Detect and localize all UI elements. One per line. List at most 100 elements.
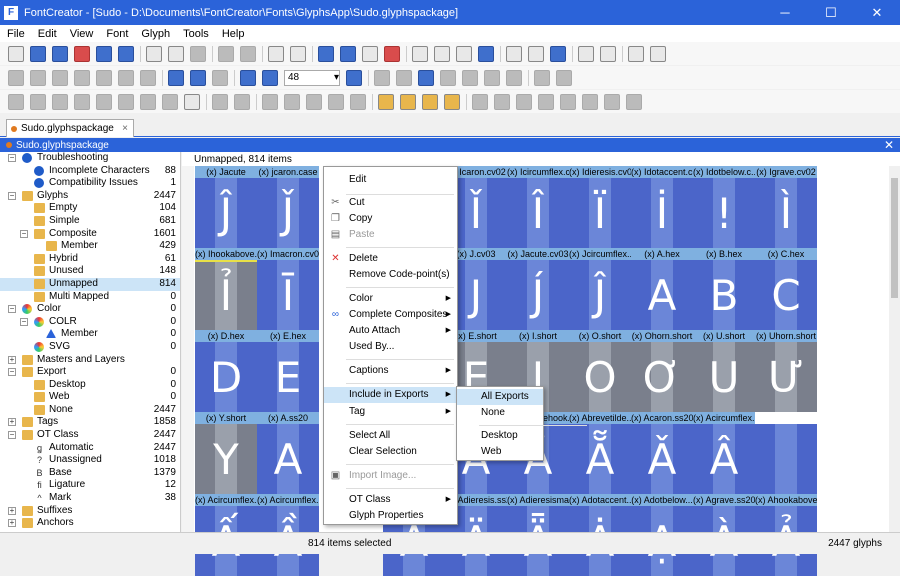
tree-item-svg[interactable]: SVG 0	[0, 341, 180, 354]
glyph-cell[interactable]: (x) Y.short Y	[195, 412, 257, 494]
menu-item-copy[interactable]: ❐ Copy	[324, 211, 457, 227]
minimize-button[interactable]: ─	[762, 0, 808, 25]
menu-tools[interactable]: Tools	[183, 28, 209, 40]
close-tab-icon[interactable]: ×	[122, 123, 128, 134]
tree-item-anchors[interactable]: + Anchors	[0, 517, 180, 530]
knife-icon[interactable]	[440, 69, 456, 86]
expand-icon[interactable]: +	[8, 506, 16, 515]
abc-icon[interactable]	[506, 45, 522, 62]
tree-item-troubleshooting[interactable]: − Troubleshooting	[0, 152, 180, 165]
abc-check-icon[interactable]	[528, 45, 544, 62]
save-as-icon[interactable]	[96, 45, 112, 62]
collapse-icon[interactable]: −	[8, 368, 16, 377]
menu-item-remove-code-point-s[interactable]: Remove Code-point(s)	[324, 267, 457, 283]
subtract-icon[interactable]	[400, 93, 416, 110]
glyph-cell[interactable]: (x) Ohorn.short Ơ	[631, 330, 693, 412]
save-icon[interactable]	[74, 45, 90, 62]
contour-icon[interactable]	[234, 93, 250, 110]
tree-item-mark[interactable]: ^ Mark 38	[0, 492, 180, 505]
glyph-cell[interactable]: (x) Jacute.cv03 J́	[507, 248, 569, 330]
menu-item-used-by[interactable]: Used By...	[324, 339, 457, 355]
grid-6-icon[interactable]	[582, 93, 598, 110]
menu-item-edit[interactable]: Edit	[324, 172, 457, 188]
expand-icon[interactable]: +	[8, 418, 16, 427]
text-icon[interactable]	[74, 69, 90, 86]
tree-item-none[interactable]: None 2447	[0, 404, 180, 417]
glyph-cell[interactable]: (x) O.short O	[569, 330, 631, 412]
glyph-cell[interactable]: (x) B.hex B	[693, 248, 755, 330]
menu-item-glyph-properties[interactable]: Glyph Properties	[324, 508, 457, 524]
glyph-g-icon[interactable]	[184, 93, 200, 110]
glyph-cell[interactable]: (x) A.ss20 A	[257, 412, 319, 494]
glyph-cell[interactable]: (x) D.hex D	[195, 330, 257, 412]
mirror-icon[interactable]	[284, 93, 300, 110]
glyph-cell[interactable]: (x) C.hex C	[755, 248, 817, 330]
close-project-icon[interactable]: ✕	[884, 138, 894, 152]
grid-7-icon[interactable]	[604, 93, 620, 110]
collapse-icon[interactable]: −	[20, 229, 28, 238]
menu-item-include-in-exports[interactable]: Include in Exports ▶	[324, 387, 457, 403]
menu-item-complete-composites[interactable]: ∞ Complete Composites ▶	[324, 307, 457, 323]
glyph-cell[interactable]: (x) jcaron.case J̌	[257, 166, 319, 248]
ruler-icon[interactable]	[96, 69, 112, 86]
menu-item-delete[interactable]: ✕ Delete	[324, 251, 457, 267]
grid-4-icon[interactable]	[538, 93, 554, 110]
document-tab[interactable]: Sudo.glyphspackage ×	[6, 119, 134, 137]
add-character-icon[interactable]	[290, 45, 306, 62]
tree-item-web[interactable]: Web 0	[0, 391, 180, 404]
zoom-in-icon[interactable]	[240, 69, 256, 86]
test-icon[interactable]	[456, 45, 472, 62]
eraser-icon[interactable]	[384, 45, 400, 62]
check-icon[interactable]	[478, 45, 494, 62]
zoom-out-icon[interactable]	[262, 69, 278, 86]
tree-item-compatibility-issues[interactable]: Compatibility Issues 1	[0, 177, 180, 190]
formula-icon[interactable]	[362, 45, 378, 62]
tree-item-incomplete-characters[interactable]: Incomplete Characters 88	[0, 165, 180, 178]
node-icon[interactable]	[396, 69, 412, 86]
maximize-button[interactable]: ☐	[808, 0, 854, 25]
add-glyph-icon[interactable]	[268, 45, 284, 62]
fit-icon[interactable]	[346, 69, 362, 86]
rotate-icon[interactable]	[306, 93, 322, 110]
vertical-scrollbar[interactable]	[889, 166, 900, 532]
grid-8-icon[interactable]	[626, 93, 642, 110]
link-icon[interactable]	[318, 45, 334, 62]
align-middle-icon[interactable]	[118, 93, 134, 110]
collapse-icon[interactable]: −	[20, 317, 28, 326]
copy-icon[interactable]	[168, 45, 184, 62]
menu-item-desktop[interactable]: Desktop	[457, 428, 543, 444]
bucket-icon[interactable]	[140, 69, 156, 86]
ellipse-icon[interactable]	[506, 69, 522, 86]
menu-font[interactable]: Font	[106, 28, 128, 40]
tree-item-color[interactable]: − Color 0	[0, 303, 180, 316]
menu-item-auto-attach[interactable]: Auto Attach ▶	[324, 323, 457, 339]
glyph-cell[interactable]: (x) Ihookabove... Ỉ	[195, 248, 257, 330]
export-icon[interactable]	[650, 45, 666, 62]
glyph-cell[interactable]: (x) Idieresis.cv02 Ï	[569, 166, 631, 248]
menu-item-select-all[interactable]: Select All	[324, 428, 457, 444]
tree-item-suffixes[interactable]: + Suffixes	[0, 505, 180, 518]
align-icon[interactable]	[8, 93, 24, 110]
menu-help[interactable]: Help	[222, 28, 245, 40]
flip-icon[interactable]	[262, 93, 278, 110]
transform-icon[interactable]	[212, 69, 228, 86]
align-bottom-icon[interactable]	[140, 93, 156, 110]
forward-icon[interactable]	[556, 69, 572, 86]
menu-item-captions[interactable]: Captions ▶	[324, 363, 457, 379]
tree-item-desktop[interactable]: Desktop 0	[0, 379, 180, 392]
tree-item-hybrid[interactable]: Hybrid 61	[0, 253, 180, 266]
align-center-icon[interactable]	[52, 93, 68, 110]
grid-1-icon[interactable]	[472, 93, 488, 110]
glyph-cell[interactable]: (x) U.short U	[693, 330, 755, 412]
paste-icon[interactable]	[190, 45, 206, 62]
scrollbar-thumb[interactable]	[891, 178, 898, 298]
menu-edit[interactable]: Edit	[38, 28, 57, 40]
tree-item-unmapped[interactable]: Unmapped 814	[0, 277, 180, 291]
collapse-icon[interactable]: −	[8, 154, 16, 162]
glyph-cell[interactable]: (x) Igrave.cv02 Ì	[755, 166, 817, 248]
pointer-icon[interactable]	[374, 69, 390, 86]
glyph-cell[interactable]: (x) Acircumflex... Â	[693, 412, 755, 494]
select-rect-icon[interactable]	[8, 69, 24, 86]
union-icon[interactable]	[378, 93, 394, 110]
distribute-icon[interactable]	[162, 93, 178, 110]
